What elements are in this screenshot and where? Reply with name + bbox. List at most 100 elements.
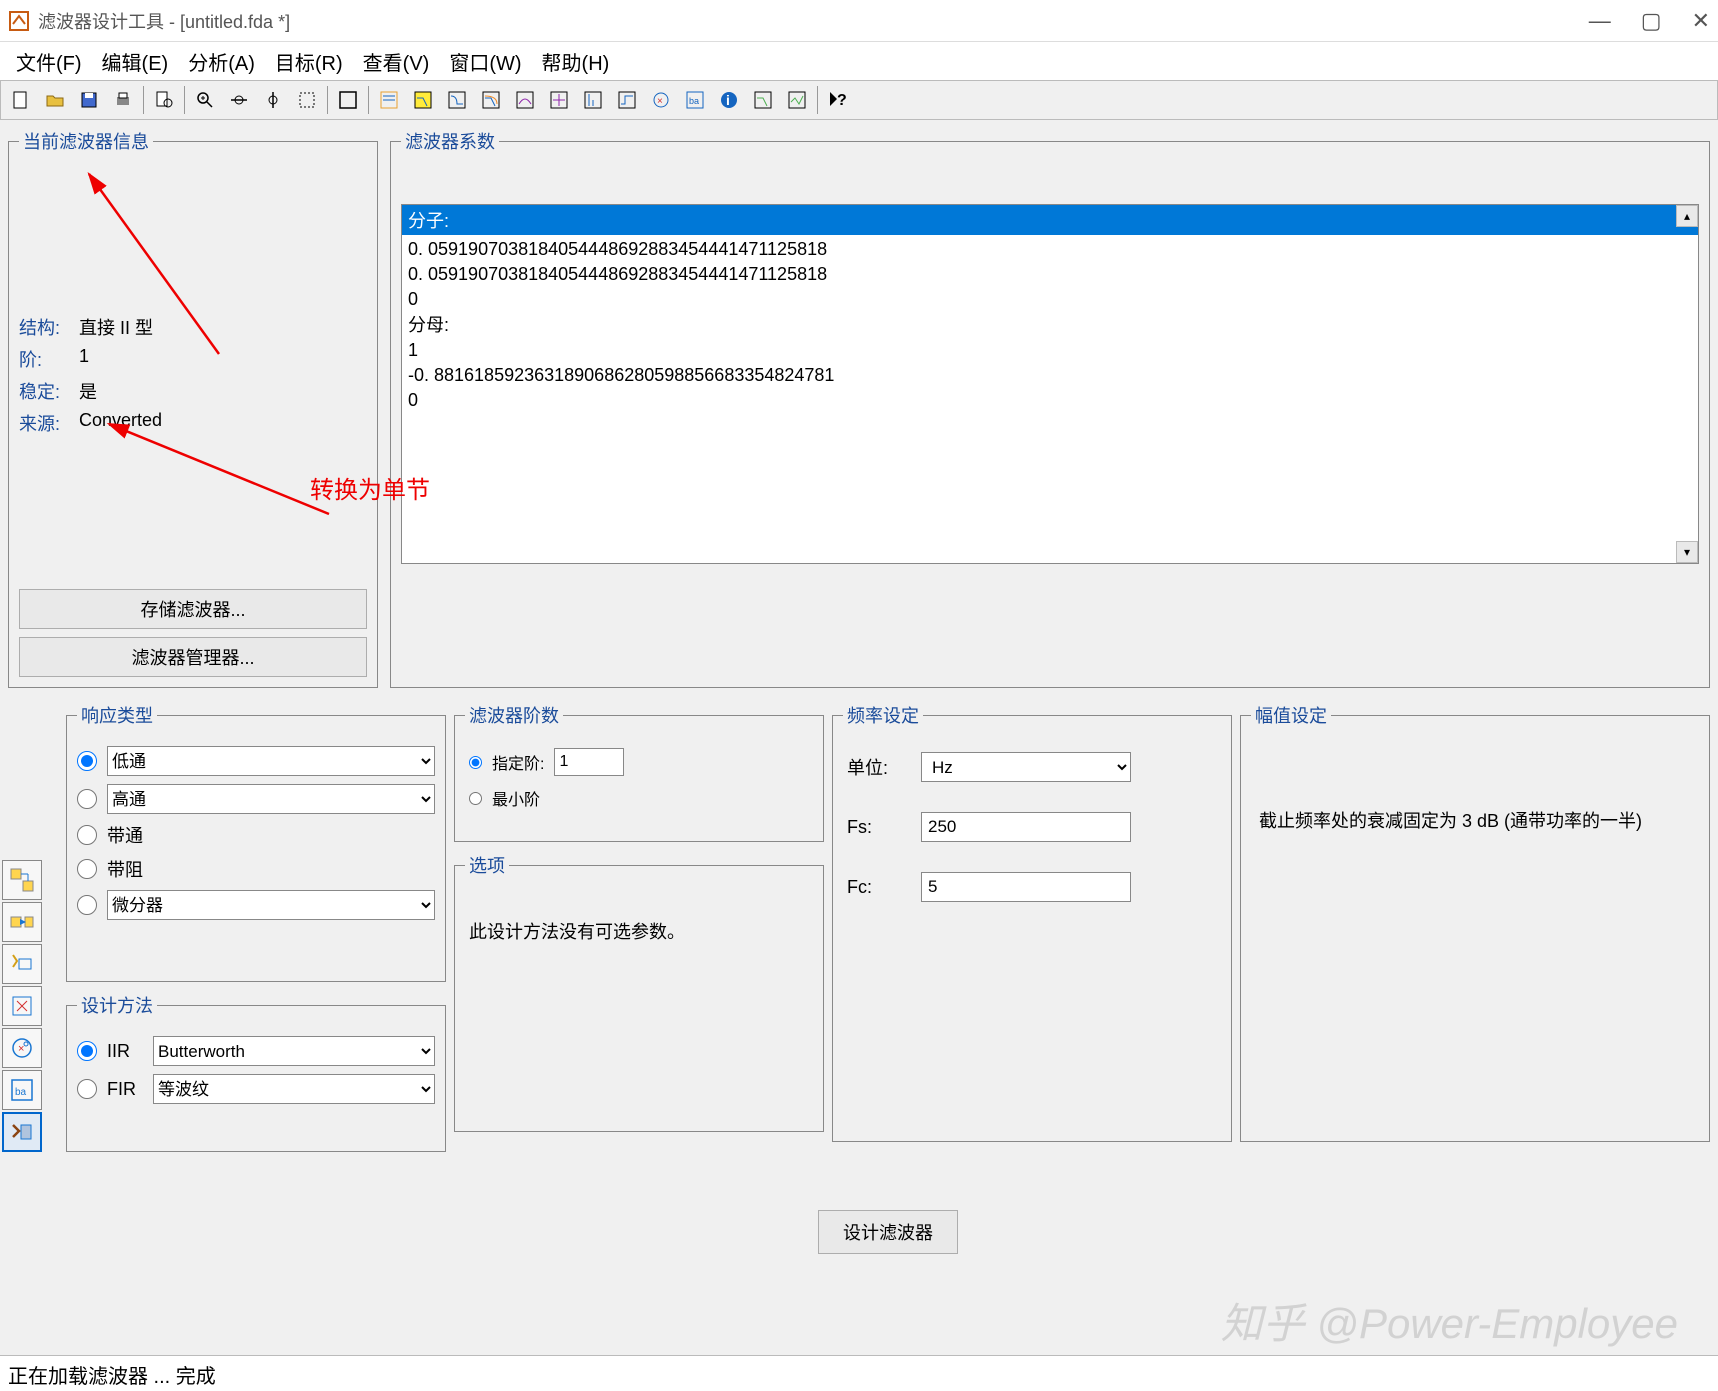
zoom-x-icon[interactable] [223, 84, 255, 116]
min-order-label: 最小阶 [492, 786, 540, 810]
bandpass-radio[interactable] [77, 825, 97, 845]
minimize-button[interactable]: — [1589, 8, 1611, 34]
print-icon[interactable] [107, 84, 139, 116]
realize-model-tab-icon[interactable] [2, 986, 42, 1026]
coef-line: 0. 0591907038184054448692883454441471125… [408, 237, 1692, 262]
options-panel: 选项 此设计方法没有可选参数。 [454, 852, 824, 1132]
filter-order-panel: 滤波器阶数 指定阶: 最小阶 [454, 702, 824, 842]
fir-radio[interactable] [77, 1079, 97, 1099]
filter-info-panel: 当前滤波器信息 结构:直接 II 型 阶:1 稳定:是 来源:Converted… [8, 128, 378, 688]
filter-coef-icon[interactable]: ba [679, 84, 711, 116]
options-legend: 选项 [465, 852, 509, 878]
fir-label: FIR [107, 1079, 143, 1100]
svg-text:ba: ba [15, 1087, 27, 1098]
filter-info-icon[interactable]: i [713, 84, 745, 116]
zoom-fit-icon[interactable] [291, 84, 323, 116]
filter-spec-icon[interactable] [373, 84, 405, 116]
menu-bar: 文件(F) 编辑(E) 分析(A) 目标(R) 查看(V) 窗口(W) 帮助(H… [0, 42, 1718, 80]
new-icon[interactable] [5, 84, 37, 116]
coef-line: 1 [408, 338, 1692, 363]
magnitude-resp-icon[interactable] [407, 84, 439, 116]
menu-view[interactable]: 查看(V) [353, 43, 440, 80]
filter-order-legend: 滤波器阶数 [465, 702, 563, 728]
design-filter-button[interactable]: 设计滤波器 [818, 1210, 958, 1254]
unit-select[interactable]: Hz [921, 752, 1131, 782]
magnitude-panel: 幅值设定 截止频率处的衰减固定为 3 dB (通带功率的一半) [1240, 702, 1710, 1142]
help-icon[interactable]: ? [822, 84, 854, 116]
bandstop-label: 带阻 [107, 856, 143, 882]
import-filter-tab-icon[interactable] [2, 902, 42, 942]
source-value: Converted [79, 410, 162, 436]
scroll-down-button[interactable]: ▾ [1676, 541, 1698, 563]
round-off-icon[interactable] [781, 84, 813, 116]
status-text: 正在加载滤波器 ... 完成 [8, 1366, 216, 1388]
print-preview-icon[interactable] [148, 84, 180, 116]
set-quantization-tab-icon[interactable]: ba [2, 1070, 42, 1110]
mag-resp-est-icon[interactable] [747, 84, 779, 116]
unit-label: 单位: [847, 754, 907, 780]
phase-resp-icon[interactable] [441, 84, 473, 116]
frequency-panel: 频率设定 单位:Hz Fs: Fc: [832, 702, 1232, 1142]
design-filter-tab-icon[interactable] [2, 860, 42, 900]
iir-radio[interactable] [77, 1041, 97, 1061]
min-order-radio[interactable] [469, 792, 482, 805]
design-method-panel: 设计方法 IIRButterworth FIR等波纹 [66, 992, 446, 1152]
save-icon[interactable] [73, 84, 105, 116]
lowpass-select[interactable]: 低通 [107, 746, 435, 776]
structure-label: 结构: [19, 314, 79, 340]
diff-select[interactable]: 微分器 [107, 890, 435, 920]
fs-label: Fs: [847, 817, 907, 838]
response-type-panel: 响应类型 低通 高通 带通 带阻 微分器 [66, 702, 446, 982]
numerator-header: 分子: [402, 205, 1698, 235]
status-bar: 正在加载滤波器 ... 完成 [0, 1355, 1718, 1391]
open-icon[interactable] [39, 84, 71, 116]
step-resp-icon[interactable] [611, 84, 643, 116]
menu-help[interactable]: 帮助(H) [532, 43, 620, 80]
zoom-in-icon[interactable] [189, 84, 221, 116]
zoom-y-icon[interactable] [257, 84, 289, 116]
stable-value: 是 [79, 378, 97, 404]
menu-edit[interactable]: 编辑(E) [92, 43, 179, 80]
menu-window[interactable]: 窗口(W) [439, 43, 531, 80]
coefficients-textbox[interactable]: 分子: 0. 059190703818405444869288345444147… [401, 204, 1699, 564]
mag-phase-icon[interactable] [475, 84, 507, 116]
menu-file[interactable]: 文件(F) [6, 43, 92, 80]
phase-delay-icon[interactable] [543, 84, 575, 116]
fc-label: Fc: [847, 877, 907, 898]
filter-manager-button[interactable]: 滤波器管理器... [19, 637, 367, 677]
close-button[interactable]: ✕ [1692, 8, 1710, 34]
fc-input[interactable] [921, 872, 1131, 902]
bandstop-radio[interactable] [77, 859, 97, 879]
app-logo-icon [8, 10, 30, 32]
menu-target[interactable]: 目标(R) [265, 43, 353, 80]
specify-order-input[interactable] [554, 748, 624, 776]
pole-zero-editor-tab-icon[interactable]: × [2, 1028, 42, 1068]
pole-zero-icon[interactable]: × [645, 84, 677, 116]
scroll-up-button[interactable]: ▴ [1676, 205, 1698, 227]
multirate-tab-icon[interactable] [2, 944, 42, 984]
source-label: 来源: [19, 410, 79, 436]
diff-radio[interactable] [77, 895, 97, 915]
specify-order-radio[interactable] [469, 756, 482, 769]
highpass-select[interactable]: 高通 [107, 784, 435, 814]
toolbar: × ba i ? [0, 80, 1718, 120]
transform-filter-tab-icon[interactable] [2, 1112, 42, 1152]
coef-line: 0 [408, 388, 1692, 413]
store-filter-button[interactable]: 存储滤波器... [19, 589, 367, 629]
bandpass-label: 带通 [107, 822, 143, 848]
svg-text:ba: ba [689, 96, 699, 106]
full-view-icon[interactable] [332, 84, 364, 116]
highpass-radio[interactable] [77, 789, 97, 809]
fs-input[interactable] [921, 812, 1131, 842]
maximize-button[interactable]: ▢ [1641, 8, 1662, 34]
iir-method-select[interactable]: Butterworth [153, 1036, 435, 1066]
annotation-text: 转换为单节 [310, 470, 430, 505]
fir-method-select[interactable]: 等波纹 [153, 1074, 435, 1104]
lowpass-radio[interactable] [77, 751, 97, 771]
group-delay-icon[interactable] [509, 84, 541, 116]
iir-label: IIR [107, 1041, 143, 1062]
title-bar: 滤波器设计工具 - [untitled.fda *] — ▢ ✕ [0, 0, 1718, 42]
menu-analysis[interactable]: 分析(A) [178, 43, 265, 80]
impulse-resp-icon[interactable] [577, 84, 609, 116]
coef-line: 0. 0591907038184054448692883454441471125… [408, 262, 1692, 287]
